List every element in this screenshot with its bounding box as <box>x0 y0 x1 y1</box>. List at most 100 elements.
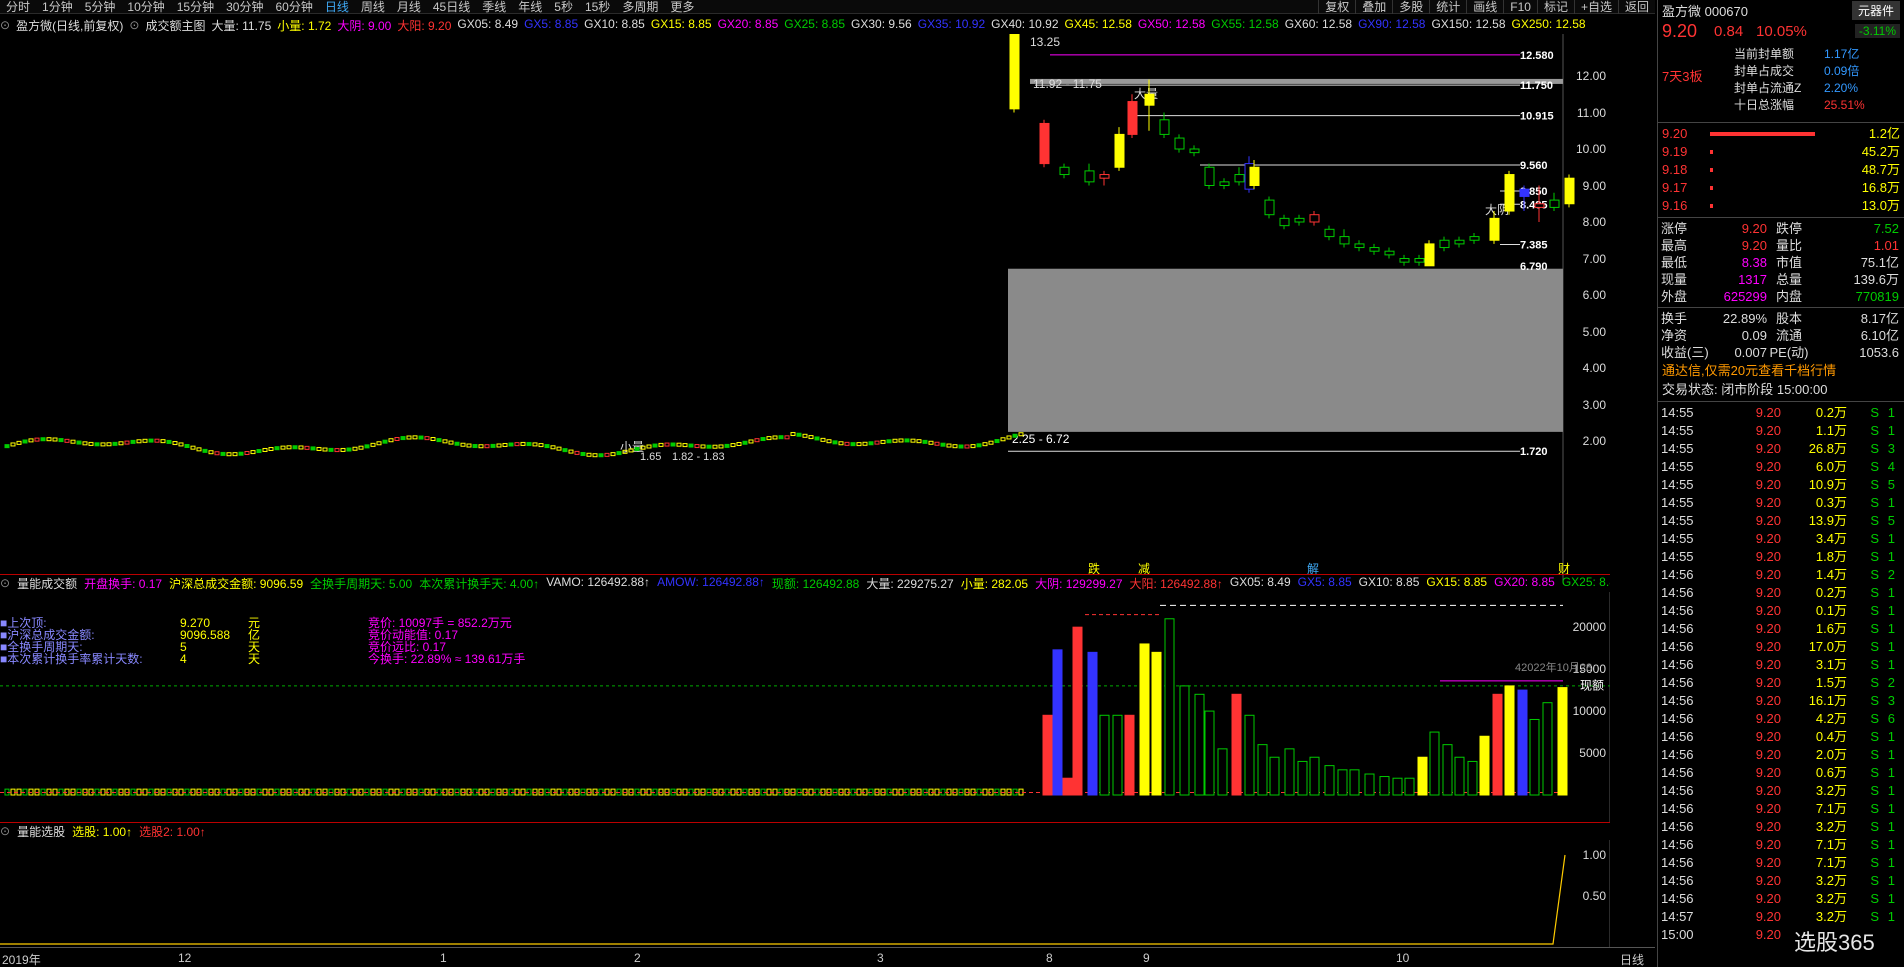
tick-side: S <box>1870 549 1879 564</box>
period-tab[interactable]: 年线 <box>512 0 548 14</box>
candle <box>238 451 244 456</box>
settings-icon[interactable]: ⊙ <box>0 18 10 32</box>
book-bar-fill <box>1710 186 1713 190</box>
tick-side: S <box>1870 477 1879 492</box>
toolbar-tab[interactable]: 统计 <box>1429 0 1466 14</box>
period-tab[interactable]: 60分钟 <box>269 0 318 14</box>
candle <box>382 439 388 444</box>
period-tab[interactable]: 多周期 <box>616 0 664 14</box>
period-tab[interactable]: 季线 <box>476 0 512 14</box>
toolbar-tab[interactable]: 画线 <box>1466 0 1503 14</box>
stat-key: 涨停 <box>1661 221 1688 236</box>
tick-time: 14:55 <box>1661 423 1694 438</box>
candle <box>400 436 406 441</box>
tick-volume: 6.0万 <box>1815 459 1847 474</box>
sector-button[interactable]: 元器件 <box>1851 0 1900 20</box>
selection-indicator-name[interactable]: 量能选股 <box>17 823 65 840</box>
tick-time: 14:56 <box>1661 639 1694 654</box>
volume-bar <box>1124 714 1135 796</box>
period-tab[interactable]: 10分钟 <box>121 0 170 14</box>
period-tab[interactable]: 45日线 <box>427 0 476 14</box>
tick-price: 9.20 <box>1755 441 1781 456</box>
volume-bar <box>1204 710 1215 796</box>
candle <box>310 446 316 451</box>
candle <box>292 445 298 450</box>
toolbar-tab[interactable]: F10 <box>1503 0 1537 14</box>
candle <box>1059 166 1070 176</box>
period-label[interactable]: 日线 <box>1620 951 1644 967</box>
period-tab[interactable]: 日线 <box>319 0 355 14</box>
settings-icon[interactable]: ⊙ <box>0 824 10 838</box>
tick-count: 5 <box>1887 477 1895 492</box>
period-tab[interactable]: 1分钟 <box>36 0 79 14</box>
tick-time: 14:56 <box>1661 783 1694 798</box>
stat-row: 最低 8.38 市值 75.1亿 <box>1658 254 1904 271</box>
tick-side: S <box>1870 657 1879 672</box>
candle <box>748 439 754 444</box>
ad-banner[interactable]: 通达信,仅需20元查看千档行情 <box>1658 361 1904 381</box>
candle <box>736 442 742 447</box>
price-row: 9.20 0.84 10.05% -3.11% <box>1658 20 1904 42</box>
price-tick: 8.00 <box>1582 215 1606 229</box>
toolbar-tab[interactable]: 叠加 <box>1355 0 1392 14</box>
candle <box>1219 181 1230 187</box>
volume-chart[interactable]: 2000015000100005000X1042022年10月28现额 <box>0 592 1610 822</box>
volume-tick: 10000 <box>1573 704 1607 718</box>
tick-row: 14:56 9.20 1.4万 S 2 <box>1658 566 1904 584</box>
period-tab[interactable]: 5分钟 <box>79 0 122 14</box>
toolbar-tab[interactable]: 复权 <box>1318 0 1355 14</box>
candle <box>220 451 226 456</box>
period-tab[interactable]: 15分钟 <box>171 0 220 14</box>
tick-volume: 13.9万 <box>1808 513 1847 528</box>
period-tab[interactable]: 月线 <box>391 0 427 14</box>
period-tab[interactable]: 15秒 <box>579 0 616 14</box>
candle <box>286 445 292 450</box>
period-tab[interactable]: 分时 <box>0 0 36 14</box>
candle <box>40 437 46 442</box>
period-tab[interactable]: 更多 <box>664 0 700 14</box>
tick-side: S <box>1870 747 1879 762</box>
settings-icon[interactable]: ⊙ <box>0 576 10 590</box>
tick-time: 14:55 <box>1661 513 1694 528</box>
candle <box>1249 166 1260 186</box>
chevron-down-icon[interactable]: ⊙ <box>129 18 139 32</box>
candle <box>814 436 820 441</box>
volume-bar <box>1217 748 1228 796</box>
candle <box>250 450 256 455</box>
candle <box>1339 236 1350 245</box>
toolbar-tab[interactable]: 多股 <box>1392 0 1429 14</box>
tick-side: S <box>1870 567 1879 582</box>
volume-indicator-name[interactable]: 量能成交额 <box>17 575 77 592</box>
candle <box>274 446 280 451</box>
tick-side: S <box>1870 585 1879 600</box>
period-tab[interactable]: 30分钟 <box>220 0 269 14</box>
period-tab[interactable]: 周线 <box>355 0 391 14</box>
toolbar-tab[interactable]: +自选 <box>1573 0 1618 14</box>
tick-price: 9.20 <box>1755 459 1781 474</box>
candle <box>556 446 562 451</box>
indicator-name[interactable]: 成交额主图 <box>145 17 205 34</box>
stat-key: 净资 <box>1661 328 1688 343</box>
tick-list[interactable]: 14:55 9.20 0.2万 S 1 14:55 9.20 1.1万 S 1 14:55 9.20 2… <box>1658 404 1904 944</box>
tick-count <box>1879 926 1895 944</box>
candle <box>994 439 1000 444</box>
toolbar-tab[interactable]: 标记 <box>1536 0 1574 14</box>
tick-time: 14:56 <box>1661 837 1694 852</box>
candle <box>454 441 460 446</box>
book-price: 9.16 <box>1662 198 1688 213</box>
tick-side: S <box>1870 711 1879 726</box>
tick-volume: 2.0万 <box>1815 747 1847 762</box>
toolbar-tab[interactable]: 返回 <box>1617 0 1655 14</box>
selection-chart[interactable]: 1.00 0.50 <box>0 840 1610 947</box>
volume-title-bar: ⊙ 量能成交额 开盘换手: 0.17 沪深总成交金额: 9096.59 全换手周期天… <box>0 574 1610 592</box>
stat-row: 换手 22.89% 股本 8.17亿 <box>1658 310 1904 327</box>
candle <box>10 442 16 447</box>
tick-time: 14:55 <box>1661 549 1694 564</box>
period-tab[interactable]: 5秒 <box>548 0 579 14</box>
volume-bar <box>1257 744 1268 796</box>
candle <box>970 444 976 449</box>
tick-side: S <box>1870 675 1879 690</box>
candle <box>1534 203 1545 208</box>
kline-chart[interactable]: 12.58011.75010.9159.5608.8508.4857.3856.… <box>0 34 1610 582</box>
candle <box>172 441 178 446</box>
